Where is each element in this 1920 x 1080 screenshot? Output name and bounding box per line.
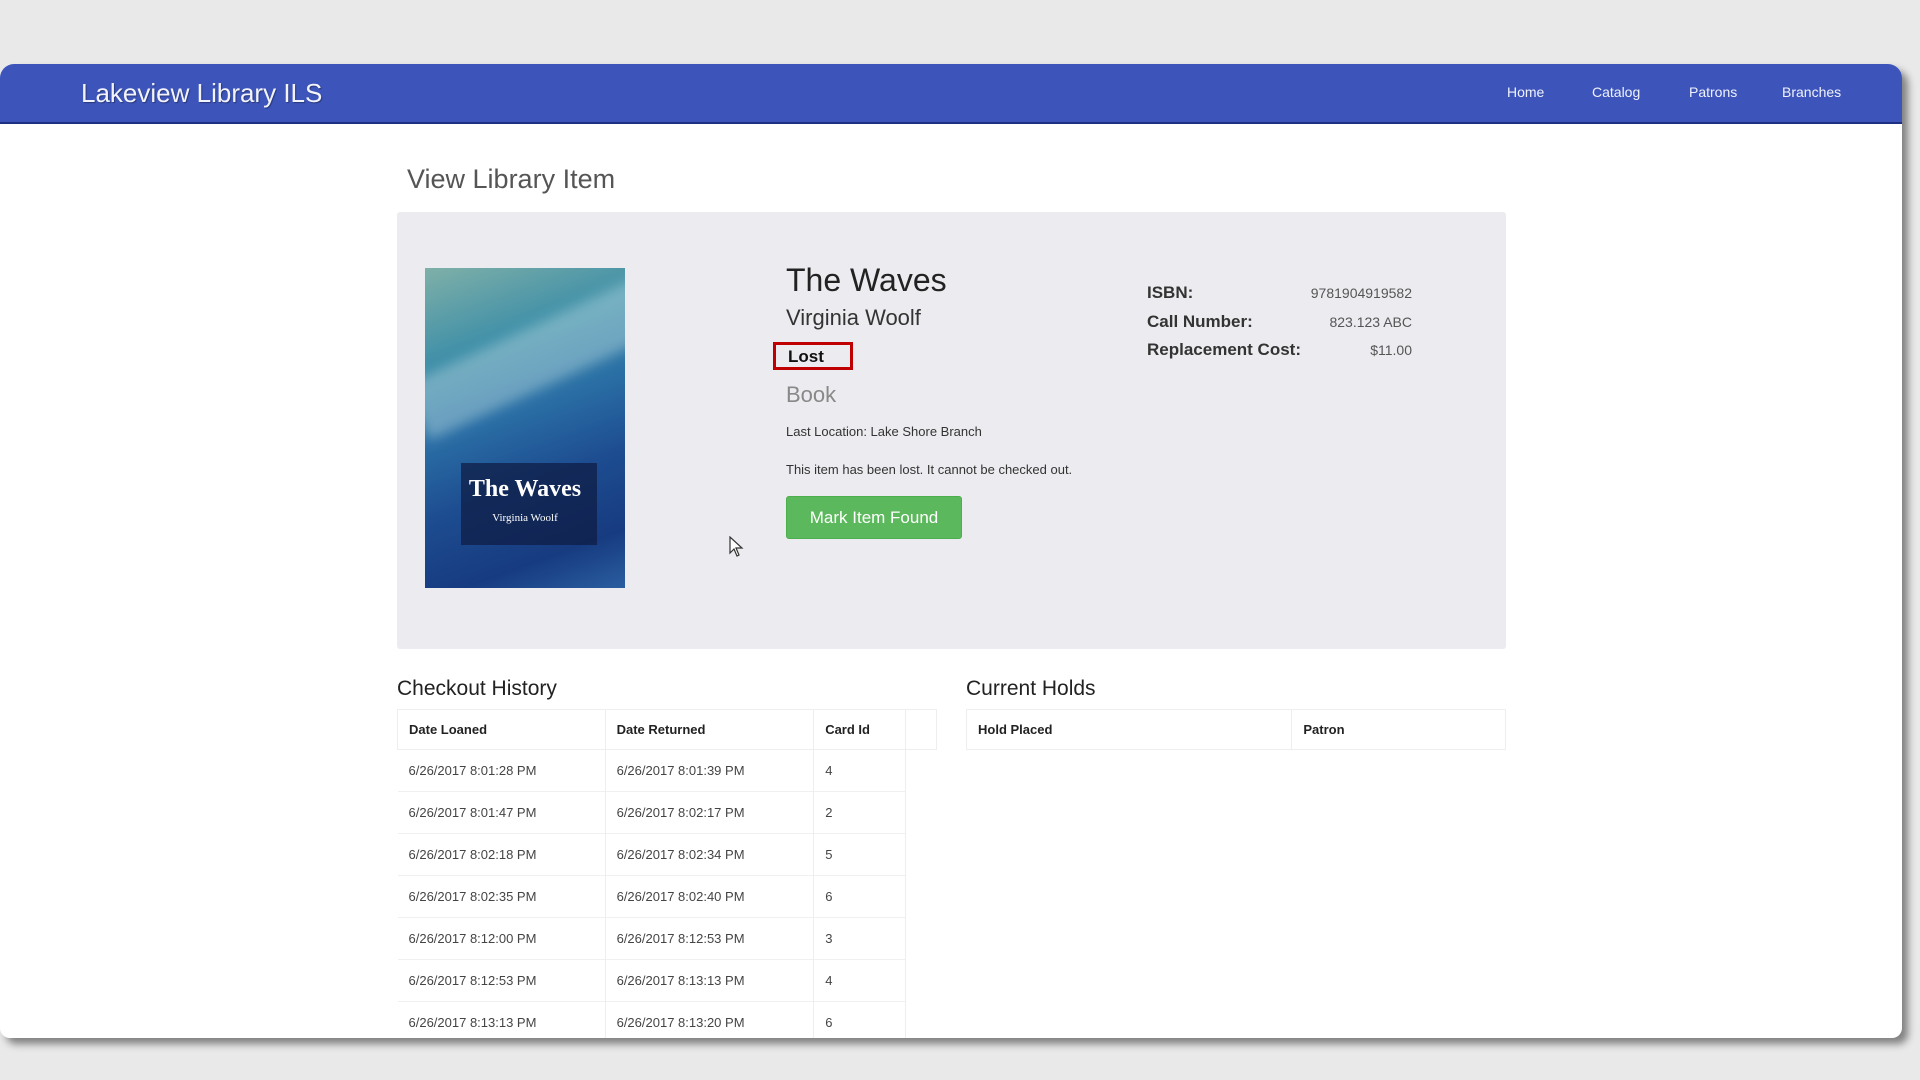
- table-cell: 6/26/2017 8:01:28 PM: [397, 749, 606, 792]
- item-type: Book: [786, 382, 837, 407]
- table-cell: 6/26/2017 8:02:17 PM: [605, 791, 815, 834]
- column-header[interactable]: Hold Placed: [965, 709, 1293, 750]
- book-cover-image: The Waves Virginia Woolf: [425, 268, 625, 588]
- table-cell: 6/26/2017 8:12:53 PM: [605, 917, 815, 960]
- table-row: 6/26/2017 8:01:47 PM 6/26/2017 8:02:17 PM…: [397, 791, 937, 834]
- page-title: View Library Item: [407, 164, 616, 194]
- table-row: 6/26/2017 8:13:13 PM 6/26/2017 8:13:20 PM…: [397, 1001, 937, 1038]
- column-header[interactable]: Card Id: [813, 709, 907, 750]
- nav-home[interactable]: Home: [1507, 84, 1544, 100]
- table-cell: 6: [813, 875, 907, 918]
- table-cell: 4: [813, 749, 907, 792]
- table-cell: 6/26/2017 8:02:34 PM: [605, 833, 815, 876]
- isbn-label: ISBN:: [1147, 283, 1194, 302]
- table-cell: 6/26/2017 8:12:53 PM: [397, 959, 606, 1002]
- table-cell: 6: [813, 1001, 907, 1038]
- column-header[interactable]: Date Loaned: [397, 709, 606, 750]
- checkout-history-table: Date Loaned Date Returned Card Id 6/26/2…: [397, 709, 937, 1038]
- column-header[interactable]: Patron: [1291, 709, 1506, 750]
- nav-catalog[interactable]: Catalog: [1592, 84, 1640, 100]
- item-author: Virginia Woolf: [786, 305, 921, 330]
- call-number-label: Call Number:: [1147, 312, 1253, 331]
- call-number-value: 823.123 ABC: [1329, 314, 1412, 330]
- status-badge: Lost: [773, 342, 853, 370]
- column-header[interactable]: Date Returned: [604, 709, 815, 750]
- cover-title: The Waves: [468, 476, 582, 502]
- last-location: Last Location: Lake Shore Branch: [786, 424, 982, 439]
- table-cell: 2: [813, 791, 907, 834]
- nav-branches[interactable]: Branches: [1782, 84, 1841, 100]
- table-cell: 6/26/2017 8:02:35 PM: [397, 875, 606, 918]
- mouse-cursor-icon: [729, 535, 745, 563]
- table-cell: 6/26/2017 8:01:39 PM: [605, 749, 815, 792]
- table-cell: 4: [813, 959, 907, 1002]
- table-row: 6/26/2017 8:01:28 PM 6/26/2017 8:01:39 PM…: [397, 749, 937, 792]
- current-holds-table: Hold Placed Patron: [965, 709, 1506, 750]
- table-cell: 6/26/2017 8:12:00 PM: [397, 917, 606, 960]
- table-cell: 6/26/2017 8:13:13 PM: [605, 959, 815, 1002]
- cover-author: Virginia Woolf: [492, 512, 558, 524]
- table-cell: 6/26/2017 8:02:40 PM: [605, 875, 815, 918]
- table-cell: 3: [813, 917, 907, 960]
- table-row: 6/26/2017 8:12:53 PM 6/26/2017 8:13:13 PM…: [397, 959, 937, 1002]
- checkout-history-heading: Checkout History: [397, 677, 557, 700]
- brand-link[interactable]: Lakeview Library ILS: [81, 78, 322, 109]
- mark-item-found-button[interactable]: Mark Item Found: [786, 496, 962, 539]
- replacement-cost-label: Replacement Cost:: [1147, 340, 1301, 359]
- table-cell: 6/26/2017 8:13:13 PM: [397, 1001, 606, 1038]
- table-cell: 5: [813, 833, 907, 876]
- browser-window: Lakeview Library ILS Home Catalog Patron…: [0, 64, 1902, 1038]
- isbn-value: 9781904919582: [1310, 285, 1412, 301]
- nav-patrons[interactable]: Patrons: [1689, 84, 1737, 100]
- replacement-cost-value: $11.00: [1370, 342, 1412, 358]
- column-header-empty: [905, 709, 937, 750]
- table-row: 6/26/2017 8:02:35 PM 6/26/2017 8:02:40 PM…: [397, 875, 937, 918]
- status-message: This item has been lost. It cannot be ch…: [786, 462, 1073, 477]
- item-title: The Waves: [786, 262, 947, 298]
- table-cell: 6/26/2017 8:13:20 PM: [605, 1001, 815, 1038]
- table-cell: 6/26/2017 8:01:47 PM: [397, 791, 606, 834]
- table-row: 6/26/2017 8:12:00 PM 6/26/2017 8:12:53 PM…: [397, 917, 937, 960]
- table-cell: 6/26/2017 8:02:18 PM: [397, 833, 606, 876]
- current-holds-heading: Current Holds: [966, 677, 1096, 700]
- table-row: 6/26/2017 8:02:18 PM 6/26/2017 8:02:34 PM…: [397, 833, 937, 876]
- navbar: Lakeview Library ILS Home Catalog Patron…: [0, 64, 1902, 124]
